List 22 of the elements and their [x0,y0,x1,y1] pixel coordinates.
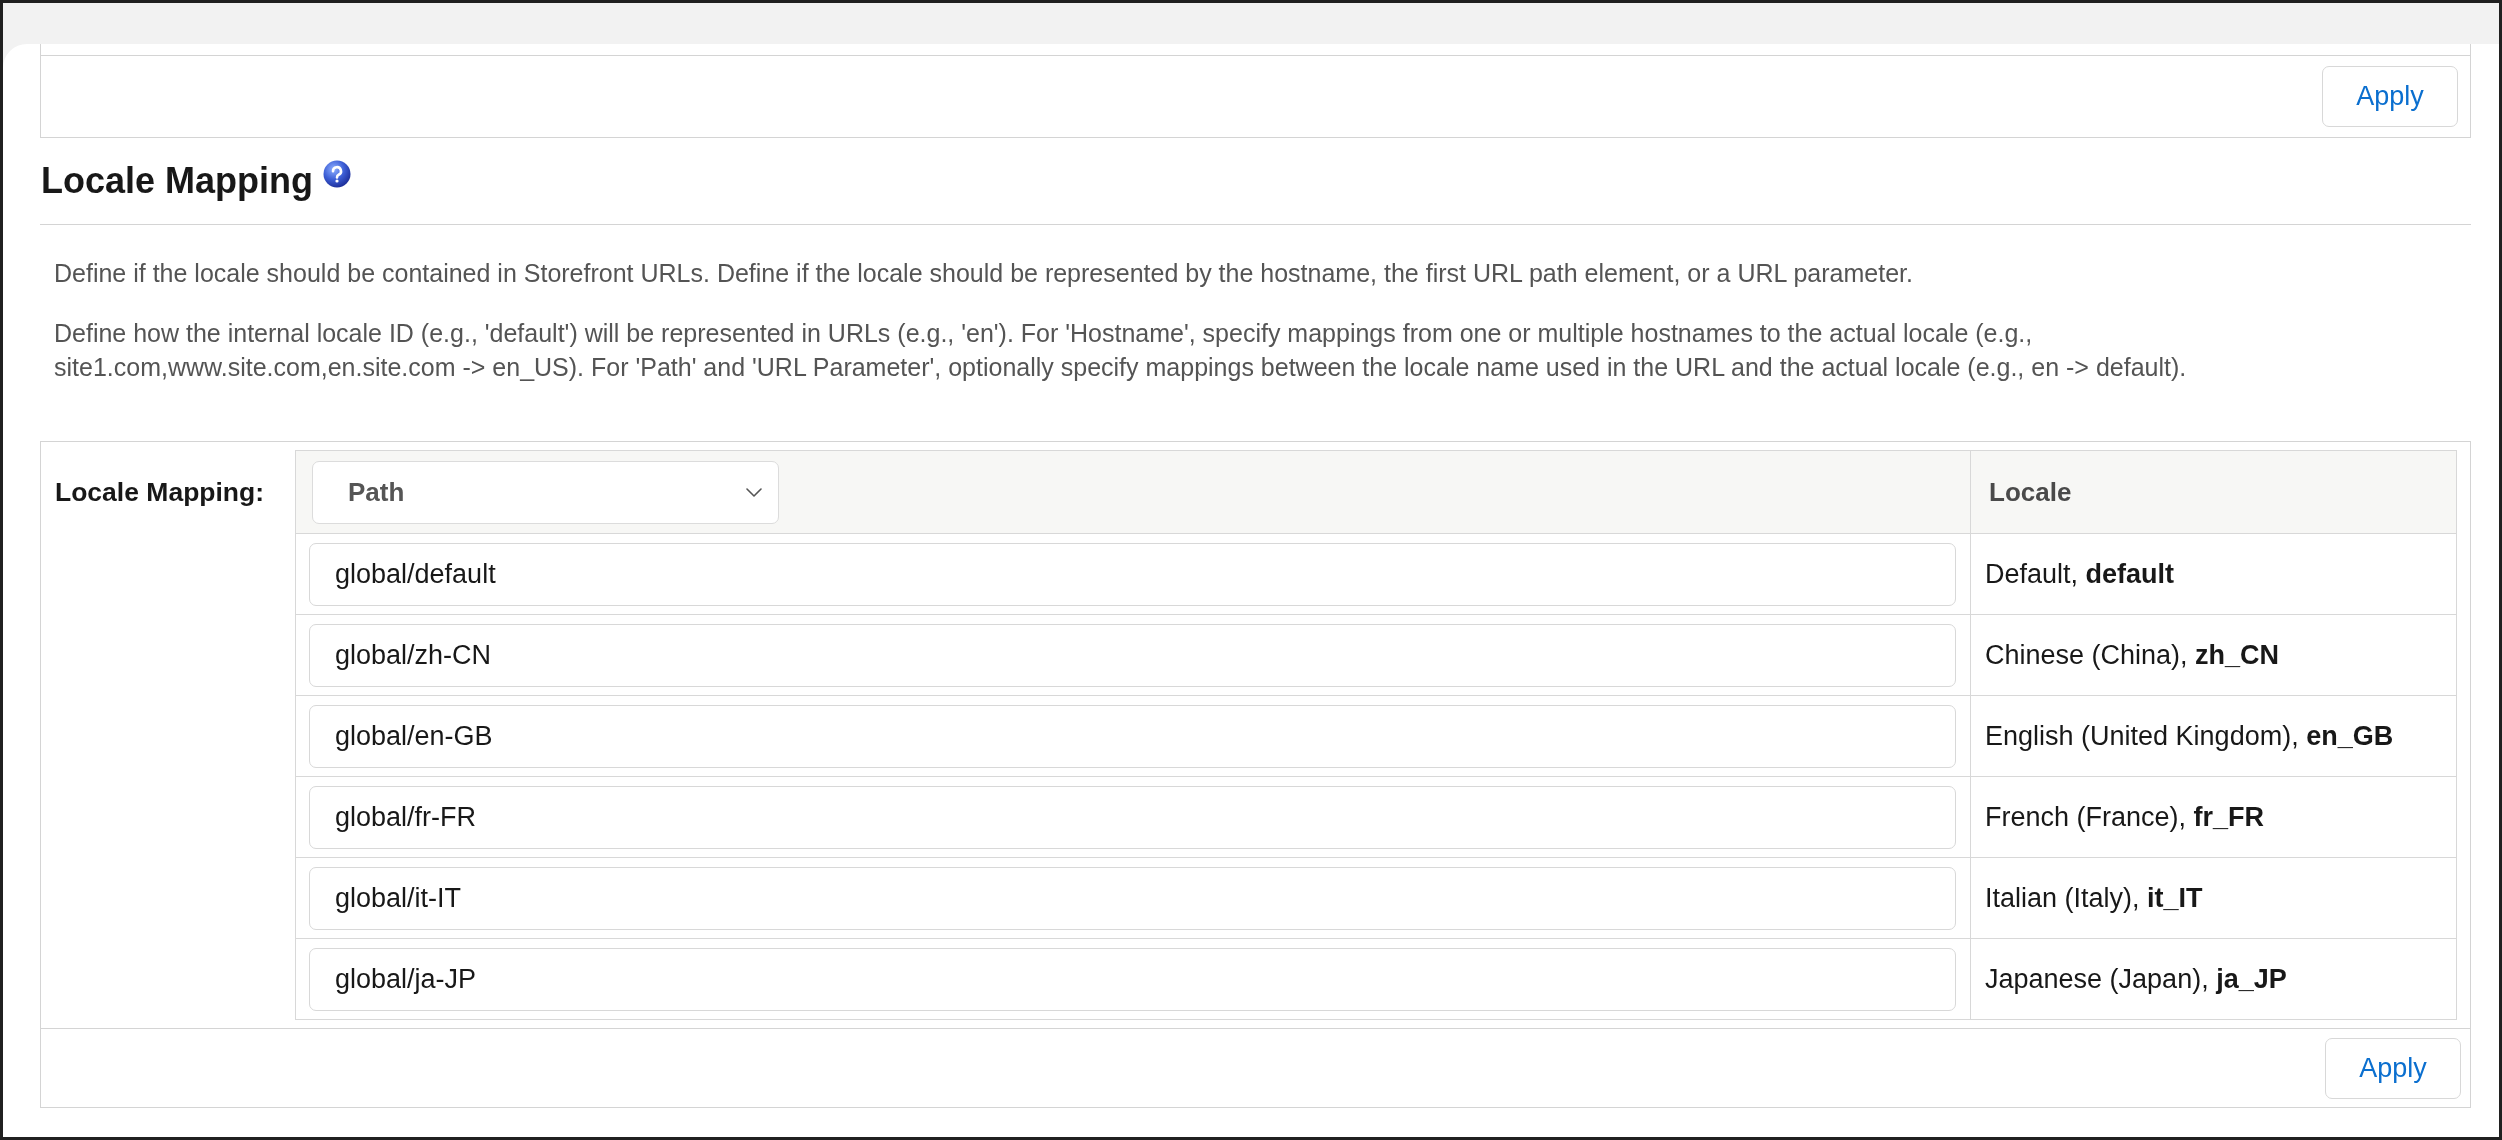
description-text: Define if the locale should be contained in Storefront URLs. Define if the locale should be represented by the hostname, the first URL path element, or a URL parameter. [54,258,1914,289]
locale-name: English (United Kingdom), en_GB [1985,720,2394,751]
apply-button[interactable]: Apply [2325,1038,2461,1099]
locale-name: Japanese (Japan), ja_JP [1985,963,2287,994]
path-input[interactable]: global/it-IT [309,866,1956,930]
description-text: Define how the internal locale ID (e.g., 'default') will be represented in URLs (e.g., 'en'). For 'Hostname', specify mappings from one or multiple hostnames to the actual locale (e.g., site1.com,www.site.com,en.site.com -> en_US). For 'Path' and 'URL Parameter', optionally specify mappings between the locale name used in the URL and the actual locale (e.g., en -> default). [54,318,2188,383]
chevron-down-icon [746,487,762,497]
locale-name: Italian (Italy), it_IT [1985,882,2203,913]
help-icon[interactable] [323,160,352,188]
path-input[interactable]: global/default [309,542,1956,606]
mapping-type-select[interactable]: Path [312,460,779,524]
locale-name: Chinese (China), zh_CN [1985,639,2280,670]
apply-button[interactable]: Apply [2322,66,2458,127]
locale-name: French (France), fr_FR [1985,801,2265,832]
locale-name: Default, default [1985,558,2175,589]
column-header: Locale [1989,476,2072,507]
path-input[interactable]: global/ja-JP [309,947,1956,1011]
section-title: Locale Mapping [41,160,314,202]
path-input[interactable]: global/fr-FR [309,785,1956,849]
field-label: Locale Mapping: [54,476,266,507]
path-input[interactable]: global/en-GB [309,704,1956,768]
path-input[interactable]: global/zh-CN [309,623,1956,687]
